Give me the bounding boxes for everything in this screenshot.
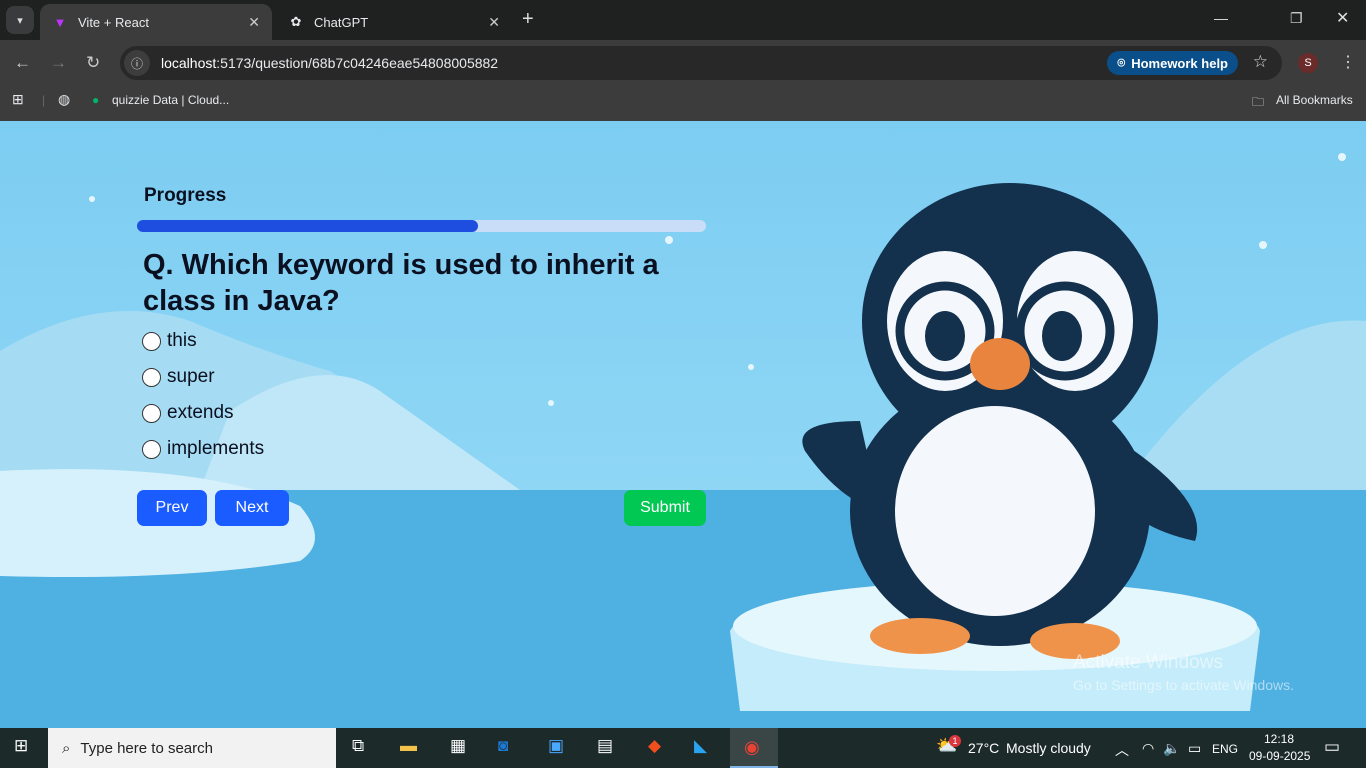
file-explorer-icon[interactable]: ▬	[400, 736, 417, 756]
next-button[interactable]: Next	[215, 490, 289, 526]
address-bar[interactable]: ⓘ localhost:5173/question/68b7c04246eae5…	[120, 46, 1282, 80]
bookmark-quizzie[interactable]: quizzie Data | Cloud...	[112, 93, 229, 107]
clock-time[interactable]: 12:18	[1264, 732, 1294, 746]
taskbar-search[interactable]: ⌕ Type here to search	[48, 728, 336, 768]
tab-title: ChatGPT	[314, 14, 369, 30]
url-text[interactable]: localhost:5173/question/68b7c04246eae548…	[161, 55, 498, 71]
site-info-icon[interactable]: ⓘ	[124, 50, 150, 76]
avatar[interactable]: S	[1298, 53, 1318, 73]
tab-vite-react[interactable]: ▼ Vite + React ✕	[40, 4, 272, 40]
radio-button[interactable]	[142, 403, 161, 423]
notifications-icon[interactable]: ▭	[1324, 737, 1340, 757]
weather-desc: Mostly cloudy	[1006, 740, 1091, 756]
close-tab-icon[interactable]: ✕	[248, 14, 260, 31]
store-icon[interactable]: ▦	[450, 736, 466, 756]
quiz-page: Progress Q. Which keyword is used to inh…	[0, 121, 1366, 728]
close-tab-icon[interactable]: ✕	[488, 14, 500, 31]
mongodb-icon: ●	[92, 93, 100, 107]
windows-start-icon[interactable]: ⊞	[14, 736, 28, 756]
progress-bar	[137, 220, 706, 232]
figma-icon[interactable]: ◆	[648, 736, 661, 756]
divider: |	[42, 93, 46, 107]
url-host: localhost	[161, 55, 217, 71]
tab-strip: ▾ ▼ Vite + React ✕ ✿ ChatGPT ✕ + — ❐ ✕	[0, 0, 1366, 40]
activation-watermark-title: Activate Windows	[1073, 652, 1223, 673]
chevron-up-icon[interactable]: ︿	[1115, 740, 1129, 760]
bookmarks-bar: ⊞ | ◍ ● quizzie Data | Cloud... 🗀 All Bo…	[0, 86, 1366, 121]
new-tab-button[interactable]: +	[522, 8, 534, 31]
clock-date[interactable]: 09-09-2025	[1249, 749, 1310, 763]
prev-button[interactable]: Prev	[137, 490, 207, 526]
progress-fill	[137, 220, 479, 232]
wifi-icon[interactable]: ◠	[1142, 740, 1154, 757]
option-label: extends	[167, 402, 234, 423]
chrome-icon: ◉	[744, 737, 760, 757]
taskbar: ⊞ ⌕ Type here to search ⧉ ▬ ▦ ◙ ▣ ▤ ◆ ◣ …	[0, 728, 1366, 768]
tab-search-button[interactable]: ▾	[6, 6, 34, 34]
folder-icon: 🗀	[1252, 95, 1265, 109]
activation-watermark-subtitle: Go to Settings to activate Windows.	[1073, 677, 1294, 693]
all-bookmarks[interactable]: All Bookmarks	[1276, 93, 1353, 107]
submit-button[interactable]: Submit	[624, 490, 706, 526]
language-indicator[interactable]: ENG	[1212, 742, 1238, 756]
bookmark-star-icon[interactable]: ☆	[1253, 52, 1268, 72]
option-label: super	[167, 366, 215, 387]
tab-chatgpt[interactable]: ✿ ChatGPT ✕	[276, 4, 512, 40]
radio-button[interactable]	[142, 331, 161, 351]
answer-option[interactable]: implements	[142, 431, 706, 467]
vscode-icon[interactable]: ◣	[694, 736, 707, 756]
quiz-card: Progress Q. Which keyword is used to inh…	[137, 185, 706, 526]
globe-icon[interactable]: ◍	[58, 91, 70, 108]
chrome-taskbar-button[interactable]: ◉	[730, 728, 778, 768]
question-text: Q. Which keyword is used to inherit a cl…	[143, 249, 659, 317]
answer-option[interactable]: super	[142, 359, 706, 395]
homework-help-button[interactable]: ⌾ Homework help	[1107, 51, 1238, 75]
homework-help-label: Homework help	[1131, 55, 1228, 71]
url-path: :5173/question/68b7c04246eae54808005882	[216, 55, 499, 71]
option-label: this	[167, 330, 197, 351]
search-placeholder: Type here to search	[80, 739, 213, 757]
weather-temp: 27°C	[968, 740, 1000, 756]
progress-label: Progress	[144, 185, 227, 206]
task-view-icon[interactable]: ⧉	[352, 736, 364, 756]
volume-icon[interactable]: 🔈	[1163, 740, 1180, 757]
tab-title: Vite + React	[78, 14, 149, 30]
app-icon[interactable]: ▣	[548, 736, 564, 756]
option-label: implements	[167, 438, 265, 459]
app-icon[interactable]: ▤	[597, 736, 613, 756]
minimize-icon[interactable]: —	[1214, 10, 1228, 26]
back-icon[interactable]: ←	[14, 53, 31, 73]
camera-icon[interactable]: ▭	[1188, 740, 1201, 757]
close-window-icon[interactable]: ✕	[1336, 8, 1349, 28]
radio-button[interactable]	[142, 439, 161, 459]
search-icon: ⌕	[62, 739, 71, 757]
reload-icon[interactable]: ↻	[86, 53, 100, 73]
menu-icon[interactable]: ⋮	[1340, 52, 1356, 72]
answer-option[interactable]: extends	[142, 395, 706, 431]
vite-icon: ▼	[53, 14, 67, 30]
answer-option[interactable]: this	[142, 323, 706, 359]
restore-icon[interactable]: ❐	[1290, 10, 1303, 27]
weather-badge: 1	[949, 735, 961, 747]
outlook-icon[interactable]: ◙	[498, 736, 508, 756]
lens-icon: ⌾	[1117, 55, 1126, 70]
apps-icon[interactable]: ⊞	[12, 91, 24, 108]
browser-toolbar: ← → ↻ ⓘ localhost:5173/question/68b7c042…	[0, 40, 1366, 86]
chatgpt-icon: ✿	[290, 14, 302, 29]
radio-button[interactable]	[142, 367, 161, 387]
forward-icon[interactable]: →	[50, 53, 67, 73]
